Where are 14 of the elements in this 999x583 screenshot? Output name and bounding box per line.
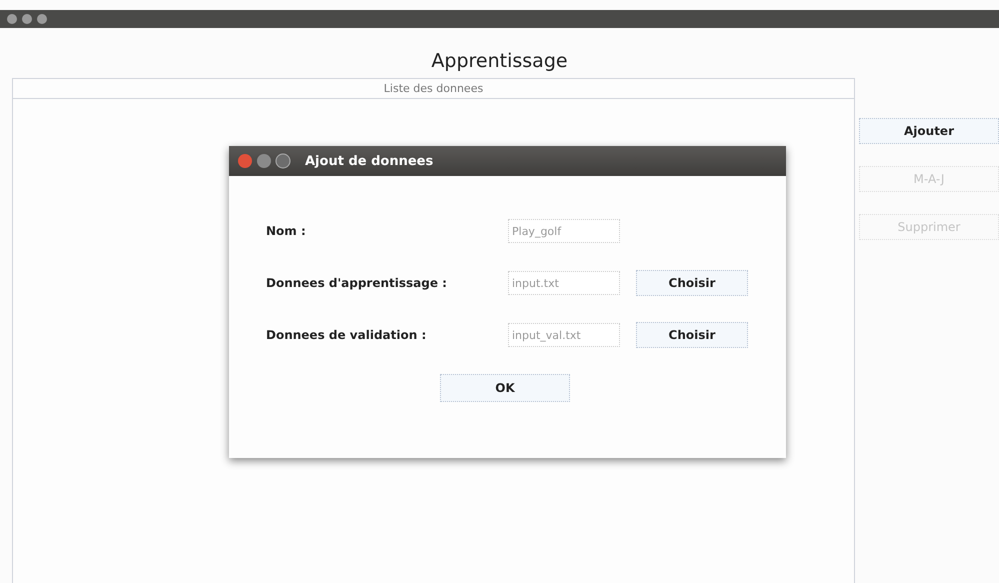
- field-label: Nom :: [266, 224, 307, 238]
- choose-button[interactable]: Choisir: [636, 270, 748, 296]
- window-title: Apprentissage: [430, 49, 569, 74]
- action-button[interactable]: Ajouter: [859, 118, 999, 144]
- input-field[interactable]: Play_golf: [508, 219, 620, 243]
- window-controls-icon[interactable]: [6, 13, 50, 25]
- field-label: Donnees d'apprentissage :: [266, 276, 448, 290]
- ok-button[interactable]: OK: [440, 374, 570, 402]
- choose-button[interactable]: Choisir: [636, 322, 748, 348]
- field-label: Donnees de validation :: [266, 328, 428, 342]
- dialog-title: Ajout de donnees: [305, 154, 434, 168]
- input-field[interactable]: input.txt: [508, 271, 620, 295]
- list-header: Liste des donnees: [13, 79, 854, 99]
- input-field[interactable]: input_val.txt: [508, 323, 620, 347]
